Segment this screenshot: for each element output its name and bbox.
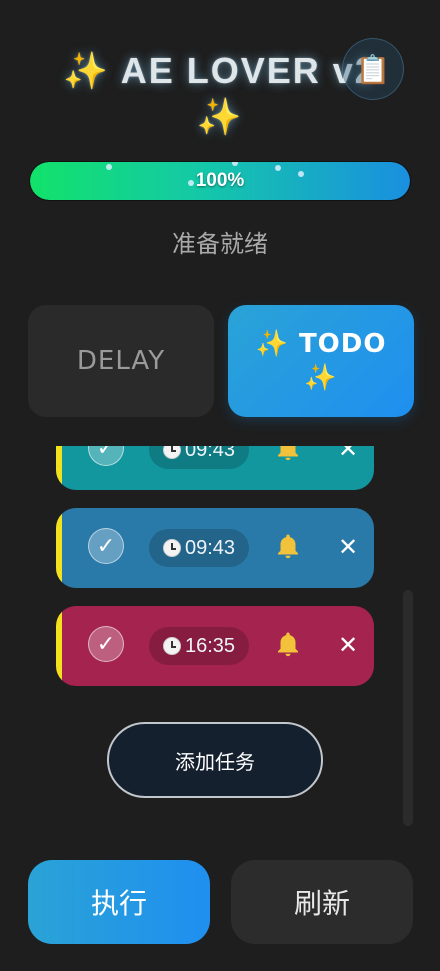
tab-todo-label: ✨ TODO ✨ [255,329,387,393]
task-check-toggle[interactable]: ✓ [88,626,124,662]
task-check-toggle[interactable]: ✓ [88,446,124,466]
task-stripe [56,508,62,588]
status-text: 准备就绪 [172,230,268,258]
app-window: ✨ AE LOVER v2 ✨ 📋 100% 准备就绪 DELAY ✨ TODO… [0,0,440,971]
tab-delay[interactable]: DELAY [28,305,214,417]
check-icon: ✓ [96,533,116,559]
progress-label: 100% [195,170,245,191]
close-icon: ✕ [337,533,359,561]
tab-todo[interactable]: ✨ TODO ✨ [228,305,414,417]
tab-delay-label: DELAY [76,346,166,376]
delete-task-button[interactable]: ✕ [336,446,360,466]
delete-task-button[interactable]: ✕ [336,628,360,662]
task-stripe [56,606,62,686]
clipboard-icon: 📋 [355,52,391,86]
task-time-chip[interactable]: 16:35 [149,627,249,665]
task-time-chip[interactable]: 09:43 [149,529,249,567]
task-check-toggle[interactable]: ✓ [88,528,124,564]
clock-icon [162,539,181,557]
refresh-button-label: 刷新 [293,887,350,920]
task-time: 09:43 [184,536,236,559]
check-icon: ✓ [96,631,116,657]
delete-task-button[interactable]: ✕ [336,530,360,564]
add-task-label: 添加任务 [175,749,255,774]
add-task-button[interactable]: 添加任务 [107,722,323,798]
refresh-button[interactable]: 刷新 [231,860,413,944]
clipboard-button[interactable]: 📋 [342,38,404,100]
bell-icon[interactable] [271,446,305,466]
progress-bar: 100% [30,162,410,200]
check-icon: ✓ [96,446,116,461]
task-item: ✓ 09:43 ✕ [56,446,374,490]
bell-icon[interactable] [271,628,305,662]
bell-icon[interactable] [271,530,305,564]
task-time: 09:43 [184,446,236,461]
task-item: ✓ 16:35 ✕ [56,606,374,686]
run-button[interactable]: 执行 [28,860,210,944]
task-list-scrollbar[interactable] [403,590,413,826]
clock-icon [162,637,181,655]
task-time-chip[interactable]: 09:43 [149,446,249,469]
close-icon: ✕ [337,446,359,463]
task-item: ✓ 09:43 ✕ [56,508,374,588]
clock-icon [162,446,181,459]
task-stripe [56,446,62,490]
close-icon: ✕ [337,631,359,659]
run-button-label: 执行 [90,887,147,920]
task-time: 16:35 [184,634,236,657]
